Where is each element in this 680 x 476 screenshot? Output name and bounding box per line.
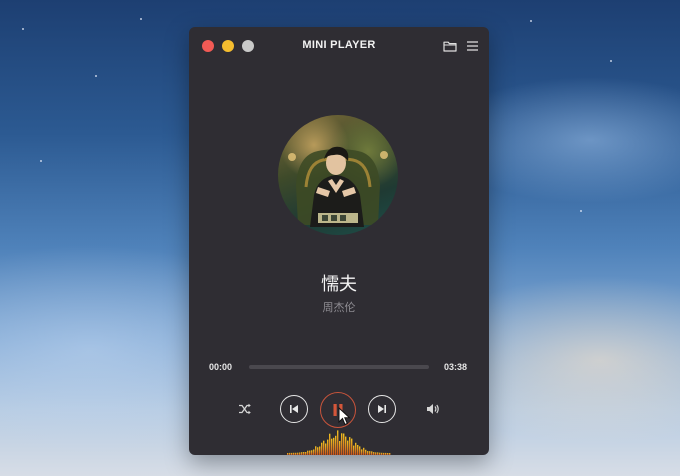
visualizer-bar [321, 442, 323, 455]
visualizer-bar [339, 441, 341, 455]
visualizer-bar [309, 450, 311, 455]
visualizer-bar [327, 439, 329, 455]
visualizer-bar [353, 445, 355, 455]
visualizer-bar [297, 452, 299, 455]
visualizer-bar [345, 436, 347, 455]
album-cover-art [288, 146, 388, 227]
visualizer-bar [355, 442, 357, 455]
visualizer-bar [351, 438, 353, 455]
visualizer-bar [365, 449, 367, 455]
visualizer-bar [359, 446, 361, 455]
star [140, 18, 142, 20]
visualizer-bar [303, 452, 305, 455]
visualizer-bar [325, 443, 327, 455]
visualizer-bar [333, 437, 335, 455]
visualizer-bar [311, 450, 313, 455]
visualizer-bar [299, 452, 301, 455]
song-title: 懦夫 [321, 274, 357, 295]
visualizer-bar [347, 440, 349, 455]
title-bar[interactable]: MINI PLAYER [189, 27, 489, 65]
volume-icon [427, 404, 439, 414]
visualizer-bar [341, 433, 343, 455]
visualizer-bar [357, 445, 359, 455]
visualizer-bar [343, 433, 345, 455]
visualizer-bar [367, 451, 369, 455]
progress-bar[interactable] [249, 365, 429, 369]
visualizer-bar [305, 452, 307, 455]
visualizer-bar [369, 451, 371, 455]
visualizer-bar [331, 438, 333, 455]
visualizer-bar [323, 440, 325, 455]
visualizer-bar [313, 449, 315, 455]
shuffle-button[interactable] [236, 400, 254, 418]
visualizer-bar [287, 453, 289, 455]
audio-visualizer [287, 430, 391, 455]
star [22, 28, 24, 30]
star [580, 210, 582, 212]
visualizer-bar [293, 452, 295, 455]
visualizer-bar [379, 452, 381, 455]
previous-button[interactable] [280, 395, 308, 423]
visualizer-bar [371, 451, 373, 455]
mini-player-window: MINI PLAYER 懦夫 周杰伦 00:00 03:38 [189, 27, 489, 455]
visualizer-bar [373, 452, 375, 455]
visualizer-bar [307, 450, 309, 455]
visualizer-bar [317, 447, 319, 455]
visualizer-bar [361, 449, 363, 455]
visualizer-bar [389, 453, 391, 455]
visualizer-bar [385, 452, 387, 455]
visualizer-bar [315, 446, 317, 455]
visualizer-bar [301, 452, 303, 455]
star [95, 75, 97, 77]
album-cover [278, 115, 398, 235]
folder-icon[interactable] [443, 40, 457, 52]
star [530, 20, 532, 22]
skip-previous-icon [290, 405, 298, 413]
visualizer-bar [291, 452, 293, 455]
song-artist: 周杰伦 [322, 301, 356, 314]
next-button[interactable] [368, 395, 396, 423]
star [610, 60, 612, 62]
visualizer-bar [349, 437, 351, 455]
visualizer-bar [335, 435, 337, 455]
visualizer-bar [377, 452, 379, 455]
star [40, 160, 42, 162]
shuffle-icon [239, 403, 251, 415]
visualizer-bar [319, 446, 321, 455]
mouse-cursor [338, 407, 351, 426]
visualizer-bar [375, 452, 377, 455]
current-time: 00:00 [209, 362, 233, 372]
visualizer-bar [363, 447, 365, 455]
duration: 03:38 [444, 362, 468, 372]
skip-next-icon [378, 405, 386, 413]
visualizer-bar [381, 452, 383, 455]
visualizer-bar [295, 452, 297, 455]
visualizer-bar [289, 452, 291, 455]
volume-button[interactable] [424, 401, 442, 417]
menu-icon[interactable] [466, 40, 479, 52]
visualizer-bar [387, 453, 389, 455]
visualizer-bar [329, 433, 331, 455]
visualizer-bar [383, 452, 385, 455]
visualizer-bar [337, 430, 339, 455]
